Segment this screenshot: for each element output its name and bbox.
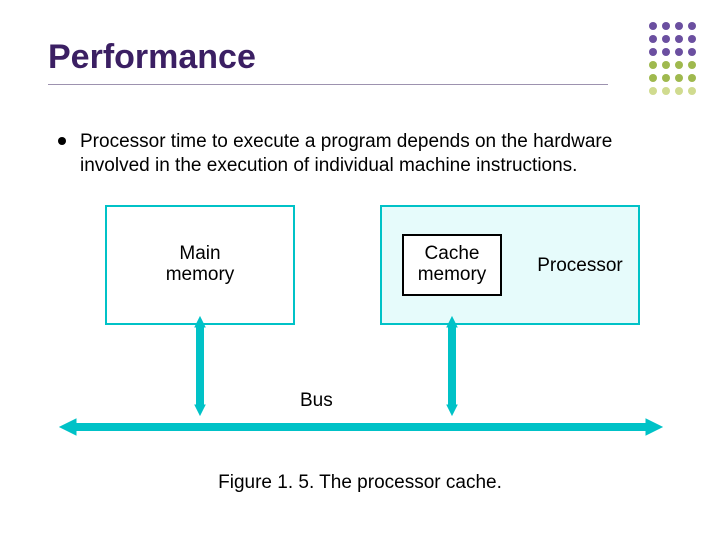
- cache-bus-arrow-icon: [447, 317, 457, 415]
- diagram-area: Main memory Cache memory Processor: [0, 0, 720, 540]
- bus-label: Bus: [300, 390, 333, 412]
- figure-caption: Figure 1. 5. The processor cache.: [0, 472, 720, 494]
- bus-arrow-icon: [60, 419, 662, 435]
- slide: Performance Processor time to execute a …: [0, 0, 720, 540]
- main-memory-bus-arrow-icon: [195, 317, 205, 415]
- arrows-svg: [0, 0, 720, 540]
